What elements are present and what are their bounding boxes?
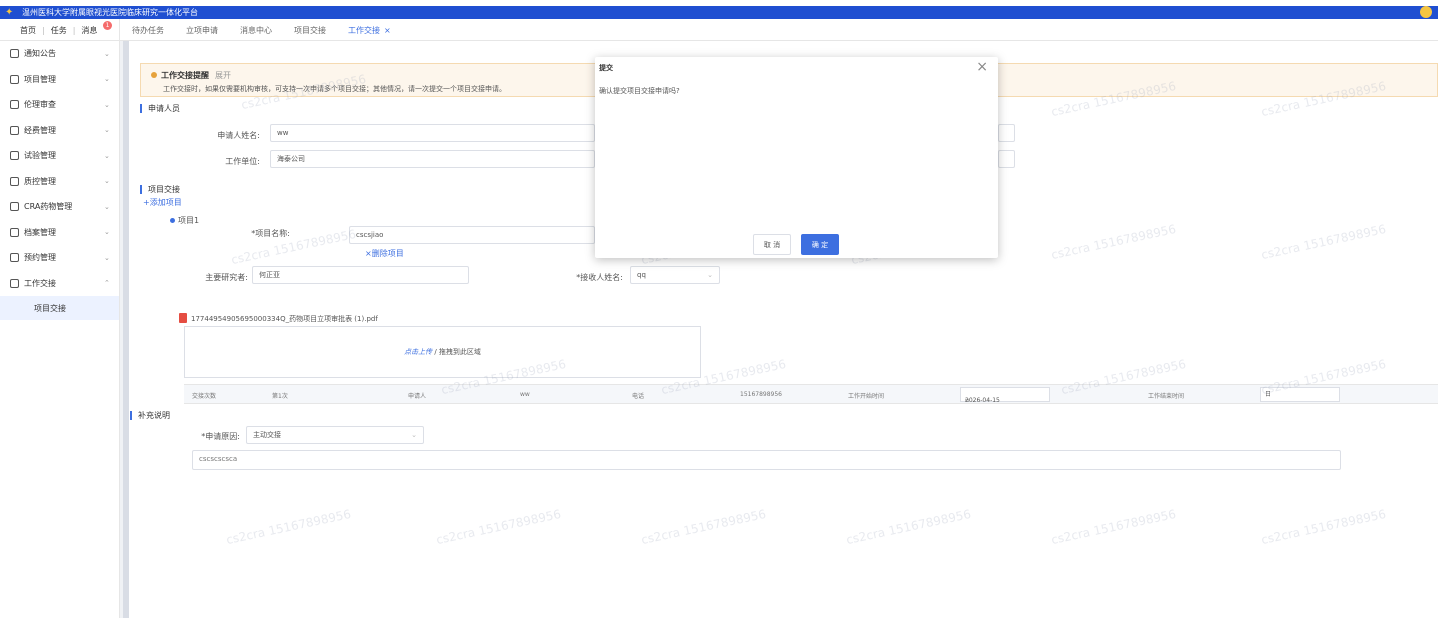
- submit-dialog: 提交 × 确认提交项目交接申请吗? 取 消 确 定: [595, 57, 998, 258]
- confirm-button[interactable]: 确 定: [801, 234, 839, 255]
- dialog-title: 提交: [599, 64, 613, 72]
- dialog-message: 确认提交项目交接申请吗?: [599, 87, 680, 95]
- cancel-button[interactable]: 取 消: [753, 234, 791, 255]
- close-icon[interactable]: ×: [976, 59, 988, 75]
